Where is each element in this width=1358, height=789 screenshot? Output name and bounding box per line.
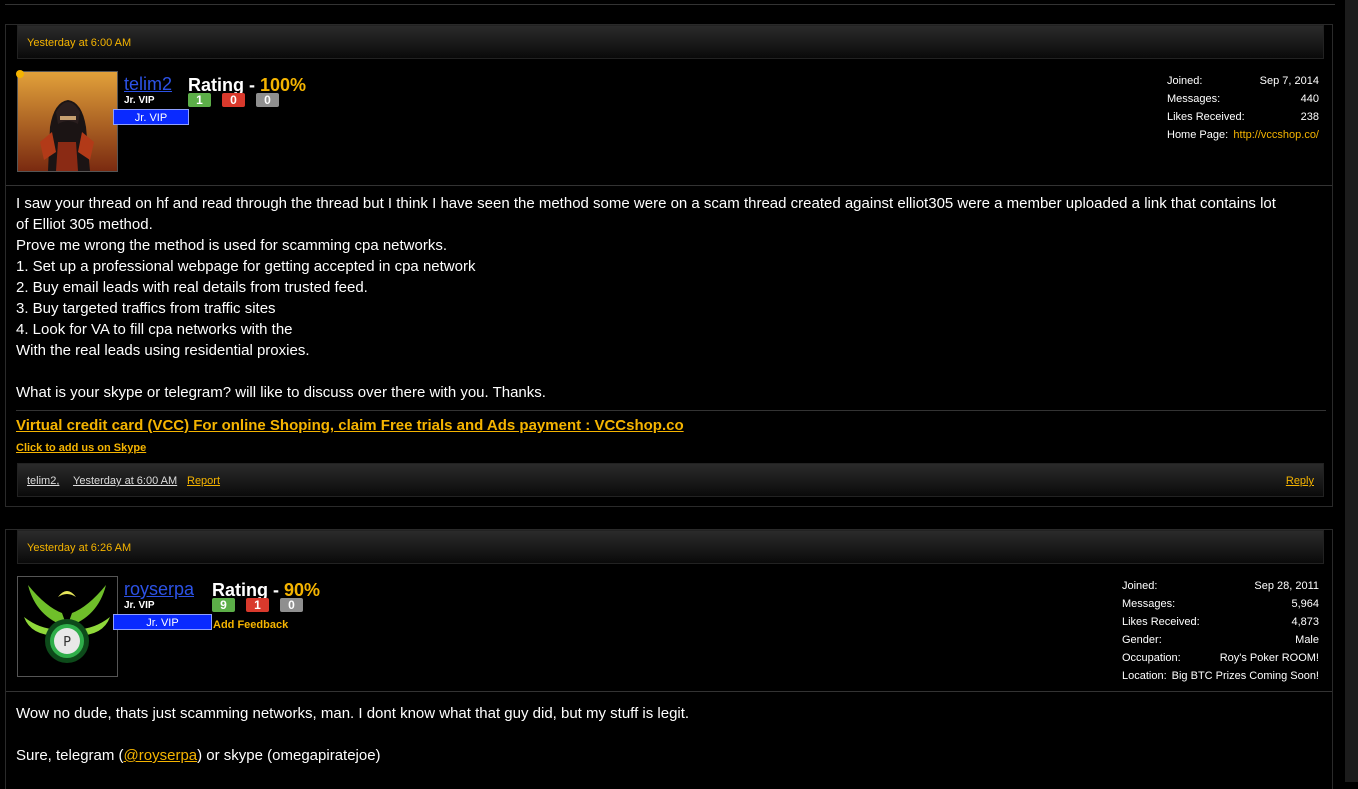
positive-feedback-badge[interactable]: 1 <box>188 93 211 107</box>
info-label: Messages: <box>1167 93 1221 105</box>
post-message: Wow no dude, thats just scamming network… <box>16 703 1322 766</box>
avatar-image: P <box>18 577 117 676</box>
message-line: 4. Look for VA to fill cpa networks with… <box>16 321 293 338</box>
post-message: I saw your thread on hf and read through… <box>16 193 1322 403</box>
top-divider <box>5 0 1335 5</box>
info-value: 440 <box>1300 93 1319 105</box>
mention-link[interactable]: @royserpa <box>124 747 198 764</box>
info-label: Home Page: <box>1167 129 1229 141</box>
post-timestamp: Yesterday at 6:26 AM <box>17 530 1324 564</box>
divider <box>6 691 1332 692</box>
rating-label: Rating - <box>212 580 284 600</box>
scrollbar-track[interactable] <box>1345 0 1358 782</box>
username-link[interactable]: telim2 <box>124 74 172 95</box>
info-value: Big BTC Prizes Coming Soon! <box>1171 670 1319 682</box>
user-title: Jr. VIP <box>124 600 155 611</box>
message-line <box>16 724 1322 745</box>
avatar-letter: P <box>63 635 71 650</box>
divider <box>6 185 1332 186</box>
message-line <box>16 361 1322 382</box>
post: Yesterday at 6:00 AM telim2 Jr. VIP Jr. … <box>5 24 1333 507</box>
post-timestamp: Yesterday at 6:00 AM <box>17 25 1324 59</box>
user-banner: Jr. VIP <box>113 614 212 630</box>
footer-author-link[interactable]: telim2, <box>27 464 59 498</box>
positive-feedback-badge[interactable]: 9 <box>212 598 235 612</box>
signature-divider <box>16 410 1326 411</box>
message-line: With the real leads using residential pr… <box>16 342 310 359</box>
message-line: 1. Set up a professional webpage for get… <box>16 258 476 275</box>
info-value: Sep 7, 2014 <box>1259 75 1319 87</box>
homepage-link[interactable]: http://vccshop.co/ <box>1233 129 1319 141</box>
signature-link[interactable]: Virtual credit card (VCC) For online Sho… <box>16 417 684 434</box>
info-label: Messages: <box>1122 598 1176 610</box>
reply-link[interactable]: Reply <box>1286 464 1314 498</box>
username-link[interactable]: royserpa <box>124 579 194 600</box>
info-label: Gender: <box>1122 634 1162 646</box>
info-value: 238 <box>1300 111 1319 123</box>
neutral-feedback-badge[interactable]: 0 <box>280 598 303 612</box>
user-info: Joined: Sep 28, 2011 Messages: 5,964 Likes… <box>1122 580 1319 688</box>
neutral-feedback-badge[interactable]: 0 <box>256 93 279 107</box>
add-feedback-link[interactable]: Add Feedback <box>213 619 288 631</box>
rating-label: Rating - <box>188 75 260 95</box>
message-line: What is your skype or telegram? will lik… <box>16 384 546 401</box>
footer-time-link[interactable]: Yesterday at 6:00 AM <box>73 464 177 498</box>
message-line: Wow no dude, thats just scamming network… <box>16 705 690 722</box>
message-line: 3. Buy targeted traffics from traffic si… <box>16 300 276 317</box>
avatar-image <box>18 72 117 171</box>
info-value: Sep 28, 2011 <box>1254 580 1319 592</box>
negative-feedback-badge[interactable]: 1 <box>246 598 269 612</box>
info-label: Likes Received: <box>1167 111 1245 123</box>
message-text: Sure, telegram ( <box>16 747 124 764</box>
info-label: Joined: <box>1167 75 1203 87</box>
info-label: Likes Received: <box>1122 616 1200 628</box>
info-label: Occupation: <box>1122 652 1181 664</box>
rating-percent: 100% <box>260 75 307 95</box>
message-text: ) or skype (omegapiratejoe) <box>197 747 381 764</box>
avatar[interactable]: P <box>17 576 118 677</box>
post: Yesterday at 6:26 AM P royserpa Jr. VIP … <box>5 529 1333 789</box>
rating-percent: 90% <box>284 580 321 600</box>
message-line: I saw your thread on hf and read through… <box>16 195 1276 212</box>
info-value: 4,873 <box>1291 616 1319 628</box>
message-line: Prove me wrong the method is used for sc… <box>16 237 448 254</box>
user-info: Joined: Sep 7, 2014 Messages: 440 Likes Re… <box>1167 75 1319 147</box>
info-label: Location: <box>1122 670 1167 682</box>
message-line: Sure, telegram (@royserpa) or skype (ome… <box>16 745 1322 766</box>
avatar[interactable] <box>17 71 118 172</box>
message-line: of Elliot 305 method. <box>16 216 153 233</box>
info-label: Joined: <box>1122 580 1158 592</box>
report-link[interactable]: Report <box>187 464 220 498</box>
info-value: Male <box>1295 634 1319 646</box>
info-value: 5,964 <box>1291 598 1319 610</box>
user-title: Jr. VIP <box>124 95 155 106</box>
user-banner: Jr. VIP <box>113 109 189 125</box>
skype-link[interactable]: Click to add us on Skype <box>16 442 146 454</box>
message-line: 2. Buy email leads with real details fro… <box>16 279 368 296</box>
post-footer: telim2, Yesterday at 6:00 AM Report Repl… <box>17 463 1324 497</box>
online-indicator <box>16 70 24 78</box>
negative-feedback-badge[interactable]: 0 <box>222 93 245 107</box>
info-value: Roy's Poker ROOM! <box>1219 652 1319 664</box>
